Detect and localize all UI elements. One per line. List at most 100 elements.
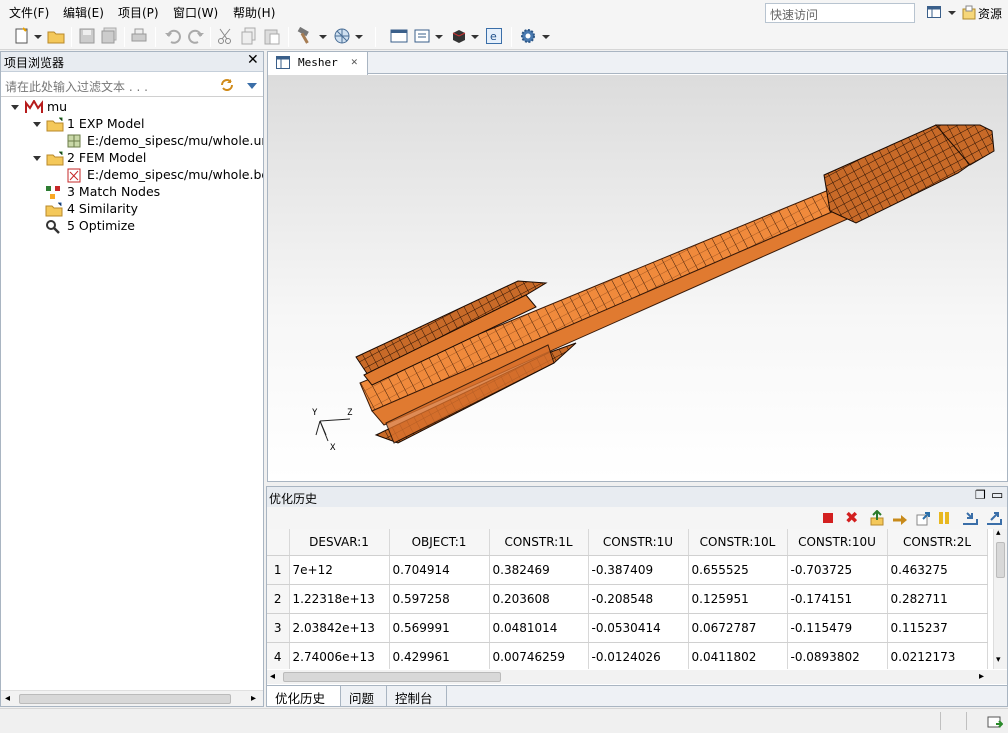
table-cell[interactable]: -0.115479 — [787, 613, 888, 643]
table-cell[interactable]: -0.0893802 — [787, 642, 888, 669]
upload-icon[interactable] — [869, 510, 885, 526]
menu-file[interactable]: 文件(F) — [9, 4, 49, 21]
close-icon[interactable]: ✕ — [247, 52, 259, 68]
filter-input[interactable]: 请在此处输入过滤文本 . . . — [1, 73, 263, 97]
expand-icon[interactable] — [33, 122, 41, 127]
table-cell[interactable]: 0.00746259 — [489, 642, 589, 669]
table-row[interactable]: 2 1.22318e+13 0.597258 0.203608 -0.20854… — [267, 584, 988, 614]
table-cell[interactable]: 0.429961 — [389, 642, 490, 669]
scroll-left-icon[interactable]: ◂ — [270, 671, 275, 682]
tree-node-optimize[interactable]: 5 Optimize — [45, 218, 261, 235]
resources-label[interactable]: 资源 — [978, 5, 1002, 22]
cube-icon[interactable] — [450, 27, 468, 45]
chevron-down-icon[interactable] — [34, 35, 42, 39]
tree-node-exp-model[interactable]: 1 EXP Model — [31, 116, 261, 133]
undo-icon[interactable] — [164, 27, 182, 45]
scrollbar-thumb[interactable] — [19, 694, 231, 704]
view-icon[interactable] — [414, 27, 432, 45]
table-cell[interactable]: 0.282711 — [887, 584, 988, 614]
scroll-right-icon[interactable]: ▸ — [251, 693, 256, 704]
column-header[interactable]: OBJECT:1 — [389, 529, 490, 556]
table-cell[interactable]: -0.174151 — [787, 584, 888, 614]
scrollbar-thumb[interactable] — [996, 542, 1005, 578]
scroll-down-icon[interactable]: ▾ — [996, 655, 1001, 665]
cut-icon[interactable] — [216, 27, 234, 45]
table-cell[interactable]: 0.203608 — [489, 584, 589, 614]
tree-node-fem-model[interactable]: 2 FEM Model — [31, 150, 261, 167]
export-icon[interactable] — [915, 510, 931, 526]
column-header[interactable]: CONSTR:10L — [688, 529, 788, 556]
table-cell[interactable]: -0.0530414 — [588, 613, 689, 643]
tab-problems[interactable]: 问题 — [341, 686, 387, 706]
table-cell[interactable]: 0.704914 — [389, 555, 490, 585]
table-cell[interactable]: 1.22318e+13 — [289, 584, 390, 614]
chevron-down-icon[interactable] — [542, 35, 550, 39]
table-cell[interactable]: 0.655525 — [688, 555, 788, 585]
tab-console[interactable]: 控制台 — [387, 686, 447, 706]
tree-node-similarity[interactable]: 4 Similarity — [45, 201, 261, 218]
import-icon[interactable] — [961, 510, 979, 526]
expand-icon[interactable] — [11, 105, 19, 110]
table-row[interactable]: 3 2.03842e+13 0.569991 0.0481014 -0.0530… — [267, 613, 988, 643]
chevron-down-icon[interactable] — [319, 35, 327, 39]
tab-mesher[interactable]: Mesher ✕ — [268, 52, 368, 75]
menu-help[interactable]: 帮助(H) — [233, 4, 275, 21]
chevron-down-icon[interactable] — [247, 83, 257, 89]
table-cell[interactable]: 0.463275 — [887, 555, 988, 585]
print-icon[interactable] — [130, 27, 148, 45]
paste-icon[interactable] — [263, 27, 281, 45]
chevron-down-icon[interactable] — [948, 11, 956, 15]
column-header[interactable]: CONSTR:2L — [887, 529, 988, 556]
scroll-left-icon[interactable]: ◂ — [5, 693, 10, 704]
column-header[interactable]: CONSTR:10U — [787, 529, 888, 556]
table-cell[interactable]: -0.387409 — [588, 555, 689, 585]
save-all-icon[interactable] — [100, 27, 118, 45]
menu-edit[interactable]: 编辑(E) — [63, 4, 104, 21]
table-cell[interactable]: 0.569991 — [389, 613, 490, 643]
save-to-file-icon[interactable] — [985, 510, 1003, 526]
sync-icon[interactable] — [219, 77, 235, 93]
table-cell[interactable]: -0.703725 — [787, 555, 888, 585]
step-icon[interactable] — [891, 510, 909, 526]
table-cell[interactable]: -0.0124026 — [588, 642, 689, 669]
new-file-icon[interactable] — [13, 27, 31, 45]
table-cell[interactable]: 0.382469 — [489, 555, 589, 585]
terminate-icon[interactable]: ✖ — [845, 508, 858, 527]
table-cell[interactable]: 7e+12 — [289, 555, 390, 585]
column-header[interactable]: DESVAR:1 — [289, 529, 390, 556]
chevron-down-icon[interactable] — [355, 35, 363, 39]
table-cell[interactable]: 0.0672787 — [688, 613, 788, 643]
scroll-right-icon[interactable]: ▸ — [979, 671, 984, 682]
scroll-up-icon[interactable]: ▴ — [996, 528, 1001, 538]
horizontal-scrollbar[interactable]: ◂ ▸ — [267, 670, 1007, 684]
table-cell[interactable]: -0.208548 — [588, 584, 689, 614]
e-icon[interactable]: e — [485, 27, 503, 45]
stop-icon[interactable] — [823, 513, 833, 523]
vertical-scrollbar[interactable]: ▴ ▾ — [993, 528, 1007, 669]
table-cell[interactable]: 0.0411802 — [688, 642, 788, 669]
table-cell[interactable]: 0.0212173 — [887, 642, 988, 669]
hammer-icon[interactable] — [296, 27, 314, 45]
pause-icon[interactable] — [937, 511, 951, 525]
menu-window[interactable]: 窗口(W) — [173, 4, 218, 21]
save-icon[interactable] — [78, 27, 96, 45]
menu-project[interactable]: 项目(P) — [118, 4, 159, 21]
redo-icon[interactable] — [187, 27, 205, 45]
perspective-icon[interactable] — [927, 6, 941, 19]
table-row[interactable]: 1 7e+12 0.704914 0.382469 -0.387409 0.65… — [267, 555, 988, 585]
progress-icon[interactable] — [987, 714, 1003, 729]
restore-icon[interactable]: ❐ — [975, 488, 986, 502]
scrollbar-thumb[interactable] — [283, 672, 501, 682]
expand-icon[interactable] — [33, 156, 41, 161]
table-cell[interactable]: 0.0481014 — [489, 613, 589, 643]
column-header[interactable]: CONSTR:1L — [489, 529, 589, 556]
3d-viewport[interactable]: Y Z X — [268, 75, 1007, 481]
tab-optimization-history[interactable]: 优化历史 — [267, 686, 341, 706]
maximize-icon[interactable]: ▭ — [991, 488, 1003, 503]
mesh-icon[interactable] — [333, 27, 351, 45]
tree-node-match-nodes[interactable]: 3 Match Nodes — [45, 184, 261, 201]
table-cell[interactable]: 0.125951 — [688, 584, 788, 614]
open-folder-icon[interactable] — [47, 27, 65, 45]
copy-icon[interactable] — [240, 27, 258, 45]
close-icon[interactable]: ✕ — [351, 55, 358, 68]
